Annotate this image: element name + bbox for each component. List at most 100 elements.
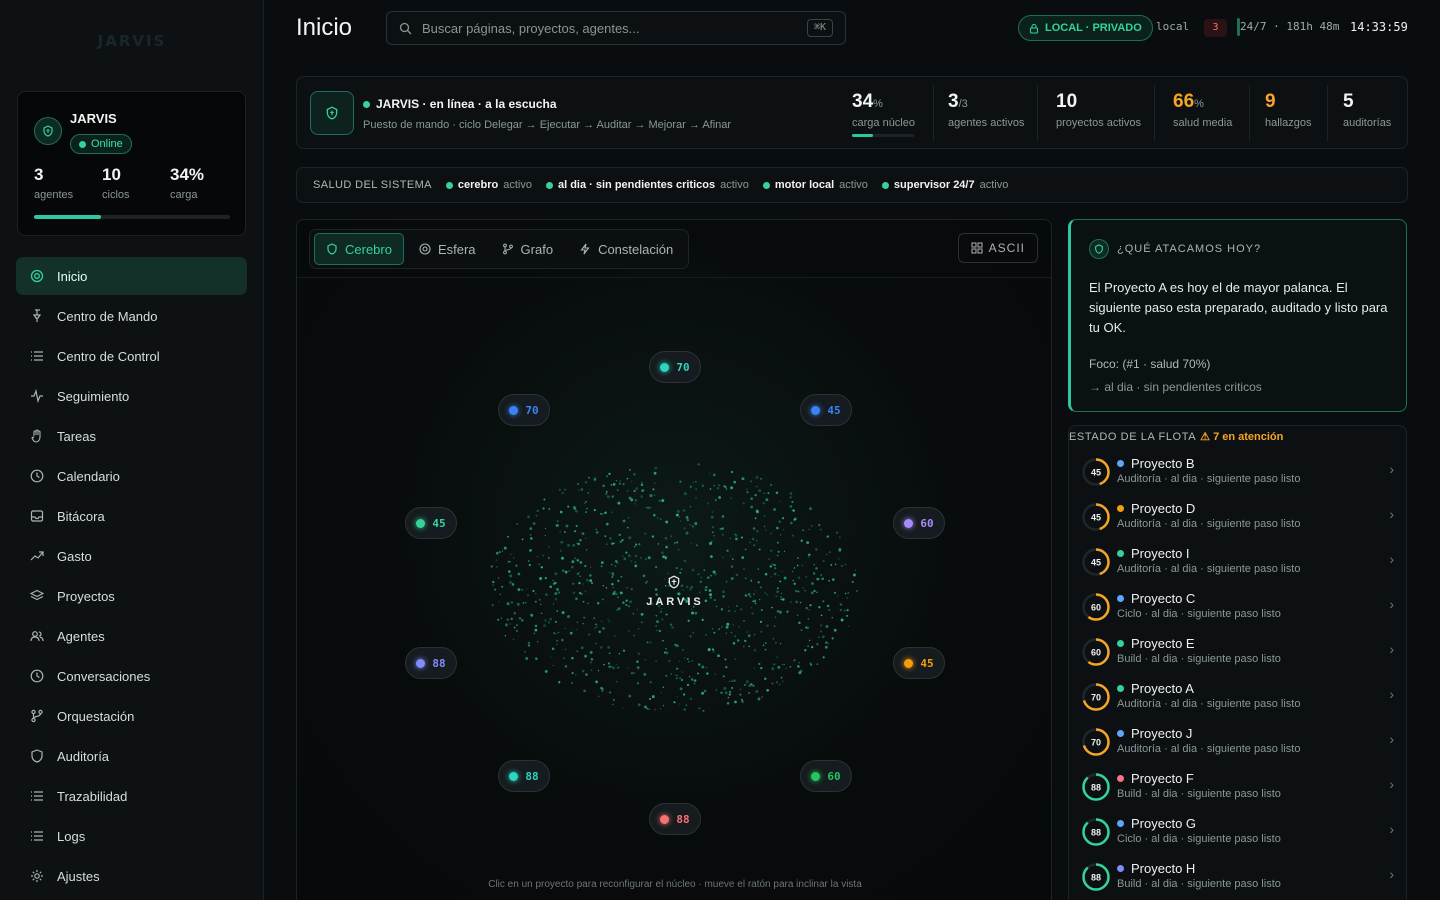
list-icon [28, 787, 46, 805]
fleet-row[interactable]: 45 Proyecto D Auditoría · al dia · sigui… [1069, 496, 1406, 541]
project-node[interactable]: 60 [800, 760, 852, 792]
sidebar-item-inicio[interactable]: Inicio [16, 257, 247, 295]
fleet-row[interactable]: 45 Proyecto B Auditoría · al dia · sigui… [1069, 451, 1406, 496]
host-label: local [1156, 20, 1190, 33]
fleet-row[interactable]: 70 Proyecto J Auditoría · al dia · sigui… [1069, 721, 1406, 766]
chevron-right-icon: › [1389, 596, 1394, 612]
project-node[interactable]: 88 [498, 760, 550, 792]
inbox-icon [28, 507, 46, 525]
chevron-right-icon: › [1389, 686, 1394, 702]
sidebar-item-seguimiento[interactable]: Seguimiento [16, 377, 247, 415]
project-name-text: Proyecto I [1131, 546, 1190, 561]
stat-label: ciclos [102, 189, 130, 201]
metric-number: 9 [1265, 91, 1276, 112]
sidebar-item-logs[interactable]: Logs [16, 817, 247, 855]
fleet-row[interactable]: 88 Proyecto G Ciclo · al dia · siguiente… [1069, 811, 1406, 856]
stat-label: carga [170, 189, 198, 201]
fleet-row[interactable]: 88 Proyecto H Build · al dia · siguiente… [1069, 856, 1406, 900]
online-label: Online [91, 138, 123, 150]
fleet-row[interactable]: 60 Proyecto E Build · al dia · siguiente… [1069, 631, 1406, 676]
score-ring: 88 [1082, 818, 1110, 846]
metric-number: 34 [852, 91, 874, 112]
sidebar-item-label: Calendario [57, 468, 120, 484]
focus-card[interactable]: ¿QUÉ ATACAMOS HOY? El Proyecto A es hoy … [1068, 219, 1407, 412]
sidebar-item-centro-de-control[interactable]: Centro de Control [16, 337, 247, 375]
stat-label: agentes [34, 189, 74, 201]
online-dot-icon [363, 100, 370, 108]
sidebar-item-calendario[interactable]: Calendario [16, 457, 247, 495]
score-value: 45 [1091, 513, 1101, 523]
fleet-row[interactable]: 60 Proyecto C Ciclo · al dia · siguiente… [1069, 586, 1406, 631]
mode-badge[interactable]: LOCAL · PRIVADO [1018, 15, 1153, 41]
metric-4: 9 hallazgos [1265, 91, 1311, 129]
metric-label: hallazgos [1265, 117, 1312, 129]
health-state: activo [979, 179, 1009, 191]
score-value: 88 [1091, 828, 1101, 838]
node-score: 60 [827, 769, 841, 783]
project-name-text: Proyecto E [1131, 636, 1195, 651]
health-item: supervisor 24/7 activo [881, 179, 1009, 191]
health-item: al dia · sin pendientes criticos activo [545, 179, 749, 191]
project-node[interactable]: 88 [649, 803, 701, 835]
shield-icon [1089, 239, 1109, 259]
sidebar-item-agentes[interactable]: Agentes [16, 617, 247, 655]
node-score: 88 [432, 656, 446, 670]
fleet-title: ESTADO DE LA FLOTA [1069, 430, 1197, 443]
app-logo[interactable]: JARVIS [0, 32, 264, 50]
sidebar-item-bitácora[interactable]: Bitácora [16, 497, 247, 535]
sidebar-item-proyectos[interactable]: Proyectos [16, 577, 247, 615]
score-value: 45 [1091, 468, 1101, 478]
sidebar-item-orquestación[interactable]: Orquestación [16, 697, 247, 735]
project-name: Proyecto C [1117, 591, 1195, 606]
project-node[interactable]: 70 [649, 351, 701, 383]
alert-count-badge[interactable]: 3 [1204, 19, 1227, 37]
score-value: 88 [1091, 783, 1101, 793]
project-node[interactable]: 45 [800, 394, 852, 426]
project-name-text: Proyecto A [1131, 681, 1194, 696]
sidebar-item-gasto[interactable]: Gasto [16, 537, 247, 575]
project-name: Proyecto G [1117, 816, 1196, 831]
focus-card-header: ¿QUÉ ATACAMOS HOY? [1089, 239, 1261, 259]
gear-icon [28, 867, 46, 885]
score-ring: 70 [1082, 728, 1110, 756]
sidebar-item-label: Centro de Mando [57, 308, 158, 324]
status-title-text: JARVIS · en línea · a la escucha [376, 97, 557, 111]
brain-visualization-panel[interactable]: Cerebro Esfera Grafo Constelación ASCII JAR… [296, 219, 1052, 900]
sidebar-item-tareas[interactable]: Tareas [16, 417, 247, 455]
sidebar-item-ajustes[interactable]: Ajustes [16, 857, 247, 895]
sidebar-item-conversaciones[interactable]: Conversaciones [16, 657, 247, 695]
project-detail: Auditoría · al dia · siguiente paso list… [1117, 473, 1301, 485]
metric-divider [933, 85, 934, 141]
sidebar-item-trazabilidad[interactable]: Trazabilidad [16, 777, 247, 815]
health-dot-icon [881, 181, 889, 189]
sidebar-item-centro-de-mando[interactable]: Centro de Mando [16, 297, 247, 335]
pin-icon [28, 307, 46, 325]
node-dot-icon [509, 405, 519, 415]
project-node[interactable]: 45 [405, 507, 457, 539]
project-detail: Build · al dia · siguiente paso listo [1117, 878, 1281, 890]
activity-icon [28, 387, 46, 405]
fleet-row[interactable]: 88 Proyecto F Build · al dia · siguiente… [1069, 766, 1406, 811]
fleet-row[interactable]: 45 Proyecto I Auditoría · al dia · sigui… [1069, 541, 1406, 586]
metric-unit: /3 [958, 98, 968, 110]
metric-label: carga núcleo [852, 117, 915, 129]
node-score: 70 [676, 360, 690, 374]
search-input[interactable]: Buscar páginas, proyectos, agentes... ⌘K [386, 11, 846, 45]
metric-unit: % [1194, 98, 1204, 110]
score-value: 70 [1091, 693, 1101, 703]
node-score: 60 [920, 516, 934, 530]
health-dot-icon [545, 181, 553, 189]
project-detail: Build · al dia · siguiente paso listo [1117, 653, 1281, 665]
sidebar-item-auditoría[interactable]: Auditoría [16, 737, 247, 775]
project-node[interactable]: 60 [893, 507, 945, 539]
score-ring: 70 [1082, 683, 1110, 711]
health-item: cerebro activo [445, 179, 532, 191]
fleet-row[interactable]: 70 Proyecto A Auditoría · al dia · sigui… [1069, 676, 1406, 721]
status-title: JARVIS · en línea · a la escucha [363, 97, 557, 111]
jarvis-core-icon [667, 575, 681, 594]
project-node[interactable]: 70 [498, 394, 550, 426]
node-dot-icon [904, 518, 914, 528]
project-node[interactable]: 88 [405, 647, 457, 679]
project-node[interactable]: 45 [893, 647, 945, 679]
viz-hint: Clic en un proyecto para reconfigurar el… [488, 879, 862, 890]
